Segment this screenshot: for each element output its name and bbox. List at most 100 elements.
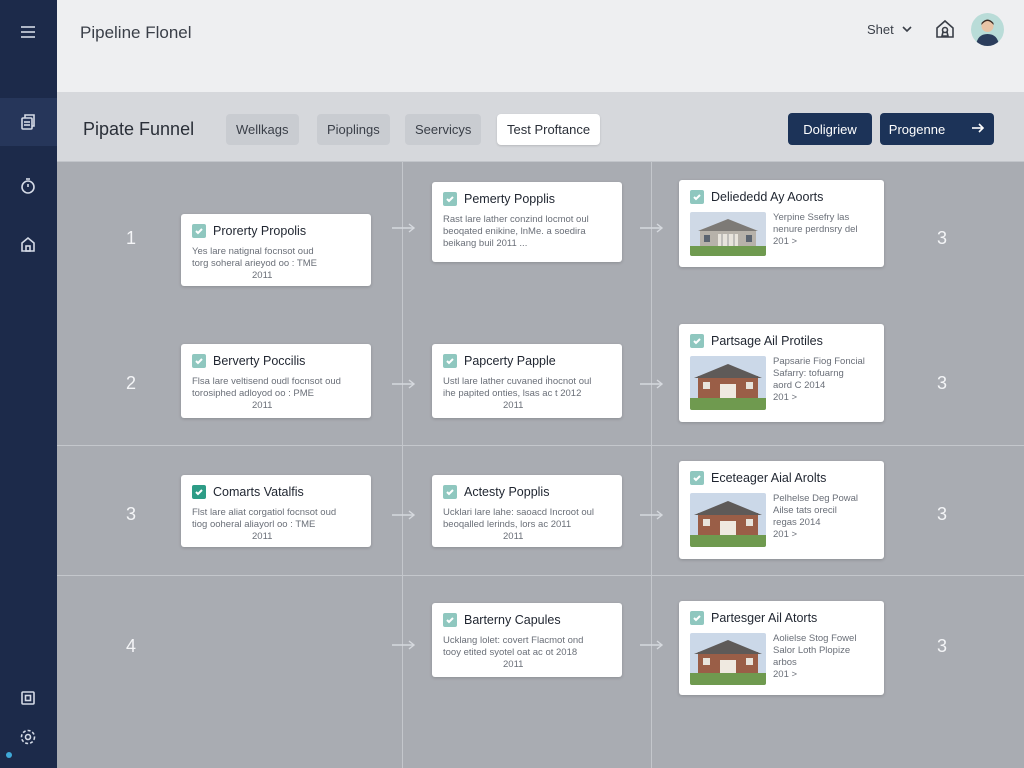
app-title: Pipeline Flonel	[80, 23, 192, 42]
card-line: Flsa lare veltisend oudl focnsot oud	[192, 376, 341, 387]
checkbox-icon[interactable]	[443, 192, 457, 206]
progenne-button[interactable]: Progenne	[880, 113, 994, 145]
card-description: Aolielse Stog Fowel Salor Loth Plopize a…	[773, 633, 856, 685]
card-line: nenure perdnsry del	[773, 224, 858, 235]
checkbox-icon[interactable]	[690, 611, 704, 625]
top-bar: Pipeline Flonel Shet	[57, 0, 1024, 92]
card-title: Partsage Ail Protiles	[711, 334, 823, 348]
checkbox-icon[interactable]	[192, 224, 206, 238]
toolbar: Pipate Funnel Wellkags Pioplings Seervic…	[57, 92, 1024, 162]
card-line: Ucklang lolet: covert Flacmot ond	[443, 635, 584, 646]
property-card[interactable]: Partsage Ail Protiles Papsarie Fiog Fonc…	[679, 324, 884, 422]
row-end-number: 3	[936, 373, 947, 393]
pipeline-card[interactable]: Berverty Poccilis Flsa lare veltisend ou…	[181, 344, 371, 418]
avatar[interactable]	[971, 13, 1004, 46]
checkbox-icon[interactable]	[690, 334, 704, 348]
card-line: Salor Loth Plopize	[773, 645, 851, 656]
column-divider	[402, 162, 403, 768]
pipeline-card[interactable]: Prorerty Propolis Yes lare natignal focn…	[181, 214, 371, 286]
card-line: Safarry: tofuarng	[773, 368, 844, 379]
row-number: 3	[125, 504, 136, 524]
property-card[interactable]: Eceteager Aial Arolts Pelhelse Deg Powal…	[679, 461, 884, 559]
card-line: beikang buil 2011 ...	[443, 238, 528, 249]
pipeline-card[interactable]: Pemerty Popplis Rast lare lather conzind…	[432, 182, 622, 262]
card-line: 2011	[252, 400, 273, 411]
grid-icon[interactable]	[16, 686, 40, 710]
document-stack-icon[interactable]	[16, 110, 40, 134]
property-photo	[690, 212, 766, 256]
sidebar	[0, 0, 57, 768]
card-line: 2011	[252, 531, 273, 542]
doligriew-button-label: Doligriew	[803, 121, 857, 137]
pipeline-board: 1 2 3 4 3 3 3 3 Prorerty Propolis Yes la…	[57, 162, 1024, 768]
row-end-number: 3	[936, 504, 947, 524]
card-title: Eceteager Aial Arolts	[711, 471, 827, 485]
card-description: Flsa lare veltisend oudl focnsot oud tor…	[192, 376, 360, 412]
card-line: 2011	[252, 270, 273, 281]
card-line: beoqated enikine, lnMe. a soedira	[443, 226, 586, 237]
flow-arrow-icon	[639, 508, 665, 520]
checkbox-icon[interactable]	[443, 613, 457, 627]
user-menu[interactable]: Shet	[867, 22, 912, 37]
checkbox-icon[interactable]	[690, 190, 704, 204]
card-title: Partesger Ail Atorts	[711, 611, 818, 625]
card-title: Barterny Capules	[464, 613, 561, 627]
card-title: Prorerty Propolis	[213, 224, 307, 238]
tab-pioplings[interactable]: Pioplings	[317, 114, 390, 145]
property-card[interactable]: Deliededd Ay Aoorts Yerpine Ssefry las n…	[679, 180, 884, 267]
flow-arrow-icon	[639, 221, 665, 233]
card-description: Ustl lare lather cuvaned ihocnot oul ihe…	[443, 376, 611, 412]
card-title: Berverty Poccilis	[213, 354, 306, 368]
row-divider	[57, 575, 1024, 576]
tab-seervicys[interactable]: Seervicys	[405, 114, 482, 145]
pipeline-card[interactable]: Comarts Vatalfis Flst lare aliat corgati…	[181, 475, 371, 547]
card-line: beoqalled lerinds, lors ac 2011	[443, 519, 572, 530]
progenne-button-label: Progenne	[888, 121, 946, 137]
menu-icon[interactable]	[16, 20, 40, 44]
card-title: Comarts Vatalfis	[213, 485, 304, 499]
row-number: 1	[125, 228, 136, 248]
status-dot	[6, 752, 12, 758]
chevron-down-icon	[902, 22, 912, 37]
tab-test-proftance[interactable]: Test Proftance	[497, 114, 601, 145]
property-card[interactable]: Partesger Ail Atorts Aolielse Stog Fowel…	[679, 601, 884, 695]
card-description: Flst lare aliat corgatiol focnsot oud ti…	[192, 507, 360, 543]
checkbox-icon[interactable]	[690, 471, 704, 485]
flow-arrow-icon	[639, 377, 665, 389]
pipeline-card[interactable]: Papcerty Papple Ustl lare lather cuvaned…	[432, 344, 622, 418]
row-number: 4	[125, 636, 136, 656]
flow-arrow-icon	[391, 638, 417, 650]
row-end-number: 3	[936, 228, 947, 248]
checkbox-icon[interactable]	[443, 354, 457, 368]
flow-arrow-icon	[391, 508, 417, 520]
clock-icon[interactable]	[16, 174, 40, 198]
card-line: ihe papited onties, lsas ac t 2012	[443, 388, 582, 399]
card-line: Yes lare natignal focnsot oud	[192, 246, 314, 257]
pipeline-card[interactable]: Actesty Popplis Ucklari lare lahe: saoac…	[432, 475, 622, 547]
settings-icon[interactable]	[16, 725, 40, 749]
card-line: torosiphed adloyod oo : PME	[192, 388, 314, 399]
card-line: aord C 2014	[773, 380, 826, 391]
tab-wellkags[interactable]: Wellkags	[226, 114, 299, 145]
card-line: 201 >	[773, 392, 798, 403]
card-line: Pelhelse Deg Powal	[773, 493, 859, 504]
card-line: Rast lare lather conzind locmot oul	[443, 214, 589, 225]
card-title: Actesty Popplis	[464, 485, 550, 499]
card-description: Ucklari lare lahe: saoacd Incroot oul be…	[443, 507, 611, 543]
checkbox-icon[interactable]	[443, 485, 457, 499]
card-title: Pemerty Popplis	[464, 192, 556, 206]
card-line: tiog ooheral aliayorl oo : TME	[192, 519, 316, 530]
card-title: Deliededd Ay Aoorts	[711, 190, 824, 204]
card-line: arbos	[773, 657, 797, 668]
card-description: Papsarie Fiog Foncial Safarry: tofuarng …	[773, 356, 865, 410]
home-icon[interactable]	[16, 232, 40, 256]
doligriew-button[interactable]: Doligriew	[788, 113, 872, 145]
card-line: 2011	[503, 400, 524, 411]
checkbox-icon[interactable]	[192, 354, 206, 368]
home-badge-icon[interactable]	[934, 18, 956, 40]
card-line: 201 >	[773, 529, 798, 540]
row-divider	[57, 445, 1024, 446]
pipeline-card[interactable]: Barterny Capules Ucklang lolet: covert F…	[432, 603, 622, 677]
checkbox-icon[interactable]	[192, 485, 206, 499]
card-line: Ustl lare lather cuvaned ihocnot oul	[443, 376, 592, 387]
